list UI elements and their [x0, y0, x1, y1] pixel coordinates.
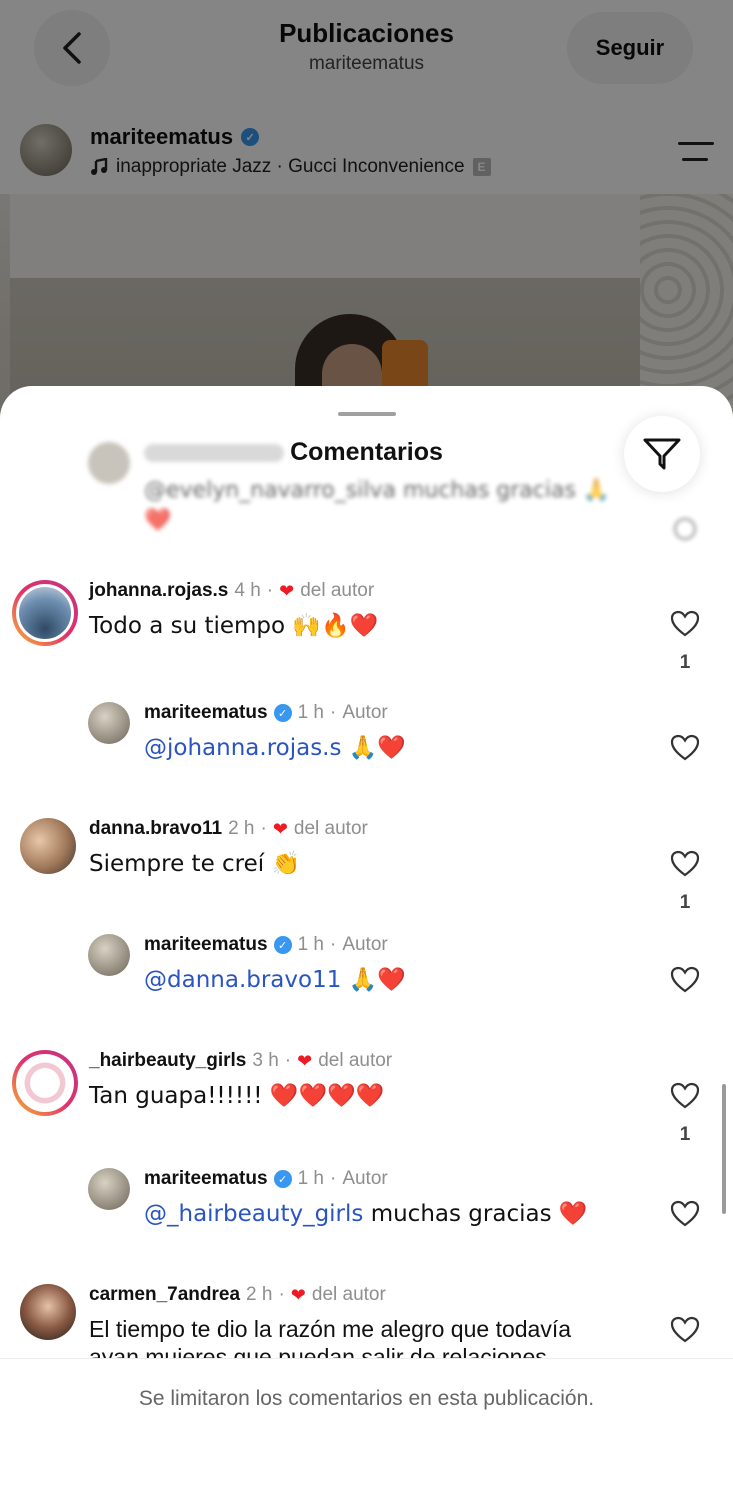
like-count: 1 [679, 652, 691, 673]
heart-outline-icon[interactable] [670, 1316, 700, 1344]
reply-text: @danna.bravo11 🙏❤️ [144, 966, 406, 993]
author-like-label: del autor [318, 1050, 393, 1071]
mention-link[interactable]: @danna.bravo11 [144, 967, 341, 993]
comments-limited-notice: Se limitaron los comentarios en esta pub… [138, 1387, 595, 1410]
reply-meta: mariteematus ✓ 1 h · Autor [144, 934, 388, 956]
comment-username[interactable]: carmen_7andrea [89, 1284, 240, 1306]
faded-comment-text: @evelyn_navarro_silva muchas gracias 🙏 ❤… [144, 478, 611, 533]
heart-outline-icon[interactable] [670, 1200, 700, 1228]
scrollbar[interactable] [722, 1084, 726, 1214]
comment-meta: johanna.rojas.s 4 h · ❤ del autor [89, 580, 375, 602]
comment-meta: _hairbeauty_girls 3 h · ❤ del autor [89, 1050, 393, 1072]
author-like-label: del autor [311, 1284, 386, 1305]
author-label: Autor [342, 702, 388, 723]
reply-text-body: 🙏❤️ [348, 735, 407, 761]
comment-time: 2 h [228, 818, 255, 839]
mention-link[interactable]: @_hairbeauty_girls [144, 1201, 363, 1227]
heart-outline-icon[interactable] [670, 1082, 700, 1110]
avatar[interactable] [20, 818, 76, 874]
author-label: Autor [342, 934, 388, 955]
heart-icon: ❤ [297, 1050, 313, 1071]
verified-icon: ✓ [273, 704, 292, 722]
reply-text-body: 🙏❤️ [348, 967, 406, 993]
comment-time: 4 h [234, 580, 261, 601]
heart-outline-icon[interactable] [670, 610, 700, 638]
like-count: 1 [679, 1124, 691, 1145]
reply-username[interactable]: mariteematus [144, 934, 268, 956]
comment-meta: carmen_7andrea 2 h · ❤ del autor [89, 1284, 386, 1306]
reply-time: 1 h [297, 702, 324, 723]
avatar[interactable] [88, 934, 130, 976]
reply-username[interactable]: mariteematus [144, 702, 268, 724]
reply-meta: mariteematus ✓ 1 h · Autor [144, 1168, 388, 1190]
comment-text: Todo a su tiempo 🙌🔥❤️ [89, 613, 379, 639]
filter-button[interactable] [624, 416, 700, 492]
comment-text: Siempre te creí 👏 [89, 851, 301, 877]
like-count: 1 [679, 892, 691, 913]
heart-outline-icon[interactable] [670, 734, 700, 762]
heart-outline-icon[interactable] [670, 850, 700, 878]
comment-text: Tan guapa!!!!!! ❤️❤️❤️❤️ [89, 1083, 385, 1109]
comment-username[interactable]: _hairbeauty_girls [89, 1050, 246, 1072]
verified-icon: ✓ [273, 1170, 292, 1188]
comment-meta: danna.bravo11 2 h · ❤ del autor [89, 818, 368, 840]
mention-link[interactable]: @johanna.rojas.s [144, 735, 341, 761]
avatar[interactable] [88, 702, 130, 744]
reply-time: 1 h [297, 1168, 324, 1189]
avatar[interactable] [12, 580, 78, 646]
avatar[interactable] [12, 1050, 78, 1116]
heart-icon: ❤ [272, 818, 288, 839]
reply-meta: mariteematus ✓ 1 h · Autor [144, 702, 388, 724]
author-label: Autor [342, 1168, 388, 1189]
reply-time: 1 h [297, 934, 324, 955]
comment-username[interactable]: danna.bravo11 [89, 818, 222, 840]
reply-username[interactable]: mariteematus [144, 1168, 268, 1190]
reply-text-body: muchas gracias ❤️ [370, 1201, 588, 1227]
comments-footer: Se limitaron los comentarios en esta pub… [0, 1358, 733, 1500]
reply-text: @johanna.rojas.s 🙏❤️ [144, 734, 406, 761]
heart-icon: ❤ [290, 1284, 306, 1305]
verified-icon: ✓ [273, 936, 292, 954]
heart-icon: ❤ [279, 580, 295, 601]
comment-time: 3 h [252, 1050, 279, 1071]
reply-text: @_hairbeauty_girls muchas gracias ❤️ [144, 1200, 588, 1227]
filter-icon [643, 438, 681, 470]
comments-sheet: @evelyn_navarro_silva muchas gracias 🙏 ❤… [0, 386, 733, 1500]
comment-time: 2 h [246, 1284, 273, 1305]
avatar[interactable] [88, 1168, 130, 1210]
heart-icon [674, 518, 696, 540]
heart-outline-icon[interactable] [670, 966, 700, 994]
drag-handle[interactable] [338, 412, 396, 416]
comment-username[interactable]: johanna.rojas.s [89, 580, 228, 602]
comment-text: El tiempo te dio la razón me alegro que … [89, 1316, 572, 1342]
author-like-label: del autor [300, 580, 375, 601]
author-like-label: del autor [293, 818, 368, 839]
avatar[interactable] [20, 1284, 76, 1340]
